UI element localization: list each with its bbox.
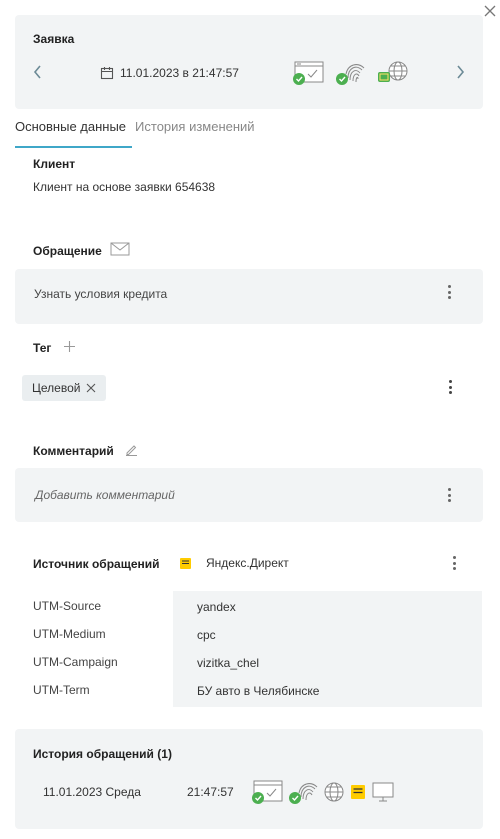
- utm-campaign-value: vizitka_chel: [197, 656, 260, 670]
- source-menu-button[interactable]: [451, 556, 457, 570]
- tag-menu-button[interactable]: [447, 380, 453, 394]
- add-tag-icon[interactable]: [63, 340, 76, 353]
- web-globe-icon: [378, 61, 408, 82]
- history-status-icons: [251, 779, 395, 805]
- client-label: Клиент: [33, 157, 76, 171]
- yandex-direct-icon: [351, 785, 365, 799]
- source-value: Яндекс.Директ: [206, 556, 289, 570]
- tabs-bar: Основные данные История изменений: [15, 119, 255, 141]
- client-value[interactable]: Клиент на основе заявки 654638: [33, 180, 215, 194]
- request-date: 11.01.2023 в 21:47:57: [100, 66, 239, 80]
- next-arrow-icon[interactable]: [453, 63, 467, 81]
- calendar-icon: [100, 67, 114, 80]
- source-label: Источник обращений: [33, 557, 160, 571]
- form-check-icon: [293, 61, 324, 85]
- tag-chip: Целевой: [22, 375, 107, 401]
- remove-tag-icon[interactable]: [86, 383, 96, 393]
- fingerprint-check-icon: [289, 783, 318, 804]
- appeal-value[interactable]: Узнать условия кредита: [34, 287, 167, 301]
- edit-pencil-icon[interactable]: [125, 443, 138, 456]
- comment-menu-button[interactable]: [446, 488, 452, 502]
- appeal-menu-button[interactable]: [446, 285, 452, 299]
- history-date: 11.01.2023 Среда: [43, 785, 141, 799]
- close-icon[interactable]: [483, 4, 497, 18]
- request-date-text: 11.01.2023 в 21:47:57: [120, 66, 239, 80]
- request-title: Заявка: [33, 32, 75, 46]
- fingerprint-check-icon: [336, 64, 365, 85]
- utm-source-key: UTM-Source: [33, 599, 102, 613]
- history-panel: История обращений (1) 11.01.2023 Среда 2…: [15, 729, 483, 829]
- utm-medium-value: cpc: [197, 628, 216, 642]
- history-time: 21:47:57: [187, 785, 234, 799]
- header-status-icons: [292, 60, 410, 86]
- tab-main-data[interactable]: Основные данные: [15, 119, 126, 141]
- comment-box[interactable]: Добавить комментарий: [15, 468, 483, 522]
- appeal-box: Узнать условия кредита: [15, 269, 483, 324]
- utm-campaign-key: UTM-Campaign: [33, 655, 118, 669]
- appeal-label: Обращение: [33, 244, 102, 258]
- web-globe-icon: [324, 782, 344, 802]
- request-header: Заявка 11.01.2023 в 21:47:57: [15, 15, 483, 109]
- yandex-direct-icon: [180, 558, 191, 569]
- monitor-icon: [372, 782, 394, 802]
- tag-label: Тег: [33, 341, 52, 355]
- active-tab-indicator: [15, 146, 132, 148]
- tag-chip-label: Целевой: [32, 381, 81, 395]
- utm-medium-key: UTM-Medium: [33, 627, 106, 641]
- history-title: История обращений (1): [33, 747, 172, 761]
- tab-change-history[interactable]: История изменений: [135, 119, 255, 141]
- form-check-icon: [252, 780, 283, 804]
- comment-input[interactable]: Добавить комментарий: [35, 488, 175, 502]
- utm-source-value: yandex: [197, 600, 236, 614]
- prev-arrow-icon[interactable]: [31, 63, 45, 81]
- comment-label: Комментарий: [33, 444, 114, 458]
- utm-term-value: БУ авто в Челябинске: [197, 684, 320, 698]
- envelope-icon[interactable]: [110, 242, 130, 256]
- history-row[interactable]: 11.01.2023 Среда 21:47:57: [15, 775, 483, 811]
- utm-term-key: UTM-Term: [33, 683, 90, 697]
